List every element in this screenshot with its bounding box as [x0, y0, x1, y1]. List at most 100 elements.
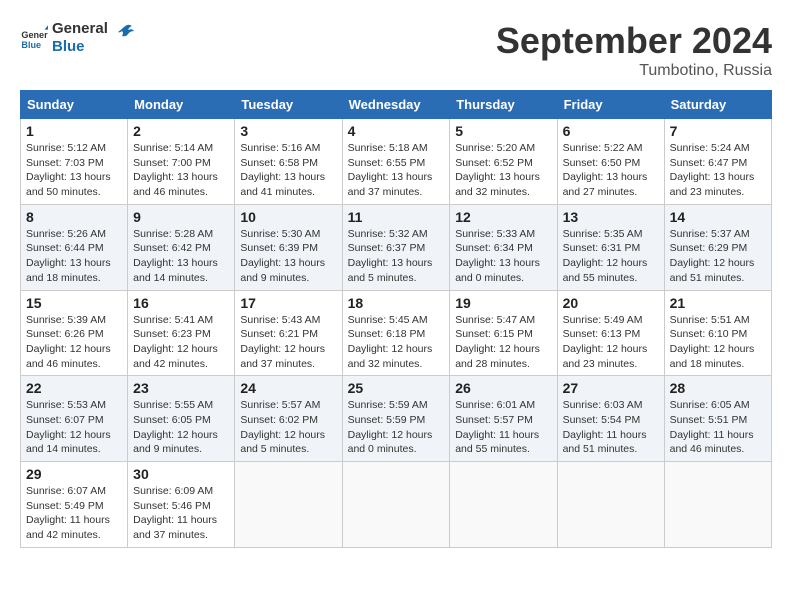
day-info: Sunrise: 5:24 AM Sunset: 6:47 PM Dayligh…: [670, 141, 766, 200]
sunrise-text: Sunrise: 5:22 AM: [563, 142, 643, 154]
day-number: 12: [455, 209, 551, 225]
sunrise-text: Sunrise: 6:03 AM: [563, 399, 643, 411]
calendar-week-row: 22 Sunrise: 5:53 AM Sunset: 6:07 PM Dayl…: [21, 376, 772, 462]
day-info: Sunrise: 5:53 AM Sunset: 6:07 PM Dayligh…: [26, 398, 122, 457]
daylight-text: Daylight: 13 hours and 5 minutes.: [348, 257, 433, 284]
sunrise-text: Sunrise: 5:37 AM: [670, 228, 750, 240]
day-number: 10: [240, 209, 336, 225]
sunset-text: Sunset: 6:05 PM: [133, 414, 211, 426]
calendar-cell: 19 Sunrise: 5:47 AM Sunset: 6:15 PM Dayl…: [450, 290, 557, 376]
calendar-week-row: 8 Sunrise: 5:26 AM Sunset: 6:44 PM Dayli…: [21, 204, 772, 290]
day-info: Sunrise: 5:39 AM Sunset: 6:26 PM Dayligh…: [26, 313, 122, 372]
sunset-text: Sunset: 5:51 PM: [670, 414, 748, 426]
calendar-cell: 26 Sunrise: 6:01 AM Sunset: 5:57 PM Dayl…: [450, 376, 557, 462]
calendar-cell: 20 Sunrise: 5:49 AM Sunset: 6:13 PM Dayl…: [557, 290, 664, 376]
column-header-thursday: Thursday: [450, 91, 557, 119]
day-info: Sunrise: 5:45 AM Sunset: 6:18 PM Dayligh…: [348, 313, 445, 372]
daylight-text: Daylight: 12 hours and 14 minutes.: [26, 429, 111, 456]
daylight-text: Daylight: 12 hours and 5 minutes.: [240, 429, 325, 456]
calendar-cell: 22 Sunrise: 5:53 AM Sunset: 6:07 PM Dayl…: [21, 376, 128, 462]
day-info: Sunrise: 5:18 AM Sunset: 6:55 PM Dayligh…: [348, 141, 445, 200]
sunset-text: Sunset: 6:52 PM: [455, 157, 533, 169]
daylight-text: Daylight: 11 hours and 42 minutes.: [26, 514, 110, 541]
column-header-sunday: Sunday: [21, 91, 128, 119]
day-info: Sunrise: 5:35 AM Sunset: 6:31 PM Dayligh…: [563, 227, 659, 286]
sunrise-text: Sunrise: 5:28 AM: [133, 228, 213, 240]
sunrise-text: Sunrise: 5:32 AM: [348, 228, 428, 240]
svg-text:General: General: [21, 30, 48, 40]
calendar-cell: 16 Sunrise: 5:41 AM Sunset: 6:23 PM Dayl…: [128, 290, 235, 376]
day-info: Sunrise: 6:09 AM Sunset: 5:46 PM Dayligh…: [133, 484, 229, 543]
sunrise-text: Sunrise: 5:14 AM: [133, 142, 213, 154]
day-number: 11: [348, 209, 445, 225]
day-number: 8: [26, 209, 122, 225]
sunrise-text: Sunrise: 5:47 AM: [455, 314, 535, 326]
day-number: 16: [133, 295, 229, 311]
day-info: Sunrise: 5:30 AM Sunset: 6:39 PM Dayligh…: [240, 227, 336, 286]
calendar-cell: 6 Sunrise: 5:22 AM Sunset: 6:50 PM Dayli…: [557, 119, 664, 205]
calendar-cell: 10 Sunrise: 5:30 AM Sunset: 6:39 PM Dayl…: [235, 204, 342, 290]
calendar-cell: 5 Sunrise: 5:20 AM Sunset: 6:52 PM Dayli…: [450, 119, 557, 205]
daylight-text: Daylight: 12 hours and 0 minutes.: [348, 429, 433, 456]
sunset-text: Sunset: 6:07 PM: [26, 414, 104, 426]
day-number: 13: [563, 209, 659, 225]
sunset-text: Sunset: 6:10 PM: [670, 328, 748, 340]
calendar-cell: [342, 462, 450, 548]
sunset-text: Sunset: 6:39 PM: [240, 242, 318, 254]
sunset-text: Sunset: 6:50 PM: [563, 157, 641, 169]
calendar-table: SundayMondayTuesdayWednesdayThursdayFrid…: [20, 90, 772, 548]
daylight-text: Daylight: 13 hours and 18 minutes.: [26, 257, 111, 284]
day-number: 17: [240, 295, 336, 311]
calendar-cell: 1 Sunrise: 5:12 AM Sunset: 7:03 PM Dayli…: [21, 119, 128, 205]
daylight-text: Daylight: 13 hours and 32 minutes.: [455, 171, 540, 198]
calendar-cell: 30 Sunrise: 6:09 AM Sunset: 5:46 PM Dayl…: [128, 462, 235, 548]
sunset-text: Sunset: 6:44 PM: [26, 242, 104, 254]
day-info: Sunrise: 5:28 AM Sunset: 6:42 PM Dayligh…: [133, 227, 229, 286]
day-info: Sunrise: 5:16 AM Sunset: 6:58 PM Dayligh…: [240, 141, 336, 200]
sunset-text: Sunset: 5:59 PM: [348, 414, 426, 426]
day-number: 19: [455, 295, 551, 311]
calendar-cell: [664, 462, 771, 548]
calendar-cell: 3 Sunrise: 5:16 AM Sunset: 6:58 PM Dayli…: [235, 119, 342, 205]
sunrise-text: Sunrise: 5:33 AM: [455, 228, 535, 240]
sunrise-text: Sunrise: 5:53 AM: [26, 399, 106, 411]
daylight-text: Daylight: 12 hours and 23 minutes.: [563, 343, 648, 370]
column-header-wednesday: Wednesday: [342, 91, 450, 119]
column-header-monday: Monday: [128, 91, 235, 119]
daylight-text: Daylight: 12 hours and 42 minutes.: [133, 343, 218, 370]
day-number: 14: [670, 209, 766, 225]
day-info: Sunrise: 5:41 AM Sunset: 6:23 PM Dayligh…: [133, 313, 229, 372]
calendar-cell: 27 Sunrise: 6:03 AM Sunset: 5:54 PM Dayl…: [557, 376, 664, 462]
sunset-text: Sunset: 6:55 PM: [348, 157, 426, 169]
calendar-cell: 2 Sunrise: 5:14 AM Sunset: 7:00 PM Dayli…: [128, 119, 235, 205]
daylight-text: Daylight: 13 hours and 50 minutes.: [26, 171, 111, 198]
daylight-text: Daylight: 12 hours and 9 minutes.: [133, 429, 218, 456]
sunset-text: Sunset: 7:00 PM: [133, 157, 211, 169]
calendar-cell: [235, 462, 342, 548]
day-info: Sunrise: 5:51 AM Sunset: 6:10 PM Dayligh…: [670, 313, 766, 372]
daylight-text: Daylight: 12 hours and 37 minutes.: [240, 343, 325, 370]
day-info: Sunrise: 5:14 AM Sunset: 7:00 PM Dayligh…: [133, 141, 229, 200]
day-info: Sunrise: 5:22 AM Sunset: 6:50 PM Dayligh…: [563, 141, 659, 200]
calendar-cell: [450, 462, 557, 548]
day-number: 30: [133, 466, 229, 482]
sunrise-text: Sunrise: 6:07 AM: [26, 485, 106, 497]
calendar-cell: 12 Sunrise: 5:33 AM Sunset: 6:34 PM Dayl…: [450, 204, 557, 290]
daylight-text: Daylight: 11 hours and 55 minutes.: [455, 429, 539, 456]
calendar-cell: 23 Sunrise: 5:55 AM Sunset: 6:05 PM Dayl…: [128, 376, 235, 462]
sunrise-text: Sunrise: 5:24 AM: [670, 142, 750, 154]
day-number: 3: [240, 123, 336, 139]
logo: General Blue General Blue: [20, 20, 136, 56]
daylight-text: Daylight: 13 hours and 9 minutes.: [240, 257, 325, 284]
sunset-text: Sunset: 6:23 PM: [133, 328, 211, 340]
svg-text:Blue: Blue: [21, 40, 41, 50]
column-header-friday: Friday: [557, 91, 664, 119]
day-info: Sunrise: 5:43 AM Sunset: 6:21 PM Dayligh…: [240, 313, 336, 372]
sunset-text: Sunset: 6:02 PM: [240, 414, 318, 426]
day-info: Sunrise: 5:33 AM Sunset: 6:34 PM Dayligh…: [455, 227, 551, 286]
sunrise-text: Sunrise: 5:57 AM: [240, 399, 320, 411]
column-header-saturday: Saturday: [664, 91, 771, 119]
daylight-text: Daylight: 13 hours and 14 minutes.: [133, 257, 218, 284]
sunrise-text: Sunrise: 5:16 AM: [240, 142, 320, 154]
sunrise-text: Sunrise: 5:41 AM: [133, 314, 213, 326]
